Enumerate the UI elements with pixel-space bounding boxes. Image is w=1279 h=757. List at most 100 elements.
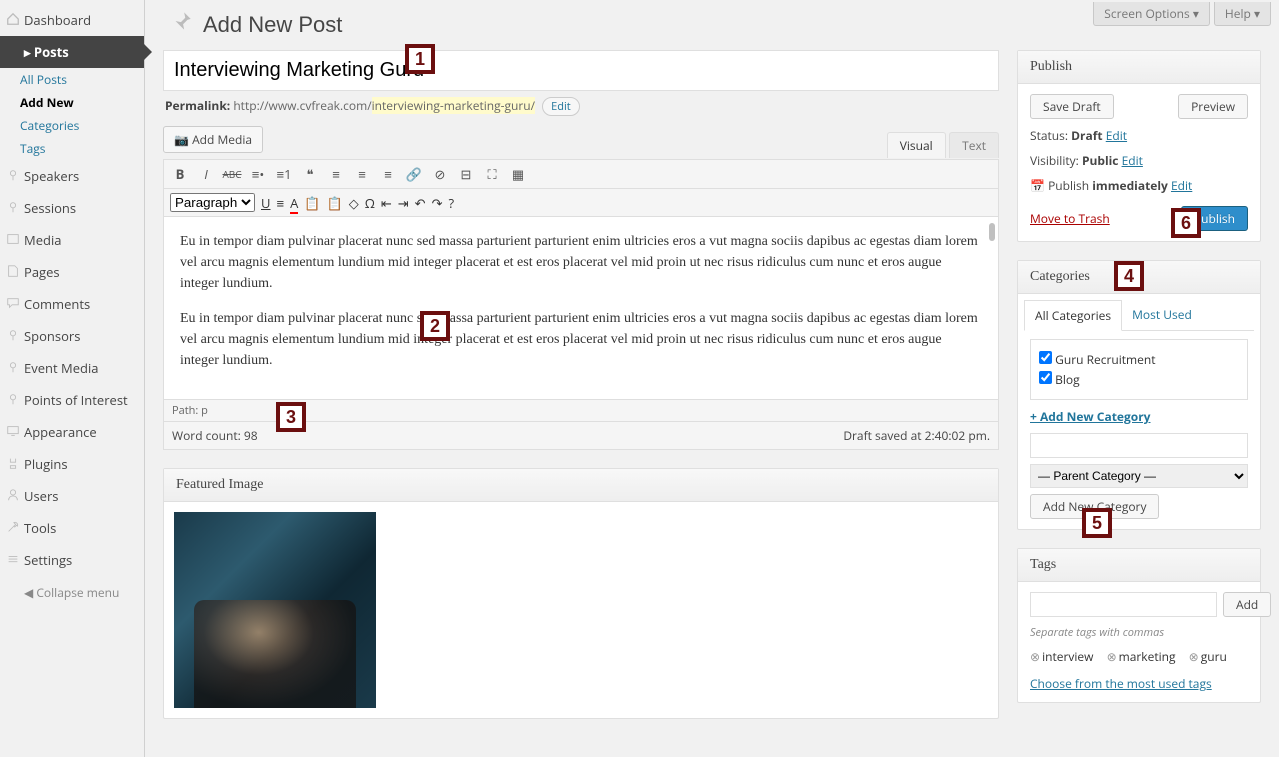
menu-event-media[interactable]: Event Media [0, 352, 144, 384]
justify-icon[interactable]: ≡ [276, 194, 284, 212]
new-category-input[interactable] [1030, 433, 1248, 458]
media-icon [6, 232, 20, 246]
menu-media[interactable]: Media [0, 224, 144, 256]
italic-icon[interactable]: I [196, 164, 216, 184]
strike-icon[interactable]: ABC [222, 164, 242, 184]
menu-settings[interactable]: Settings [0, 544, 144, 576]
menu-users[interactable]: Users [0, 480, 144, 512]
bold-icon[interactable]: B [170, 164, 190, 184]
editor-toolbar-1: B I ABC ≡• ≡1 ❝ ≡ ≡ ≡ 🔗 ⊘ ⊟ ⛶ ▦ [164, 160, 998, 189]
clear-format-icon[interactable]: ◇ [349, 194, 359, 212]
permalink-slug[interactable]: interviewing-marketing-guru/ [372, 97, 535, 114]
pin-icon [6, 360, 20, 374]
word-count: Word count: 98 [172, 427, 258, 444]
menu-pages[interactable]: Pages [0, 256, 144, 288]
menu-tools[interactable]: Tools [0, 512, 144, 544]
menu-sponsors[interactable]: Sponsors [0, 320, 144, 352]
menu-plugins[interactable]: Plugins [0, 448, 144, 480]
post-title-input[interactable] [163, 50, 999, 91]
edit-permalink-button[interactable]: Edit [542, 97, 580, 116]
align-left-icon[interactable]: ≡ [326, 164, 346, 184]
menu-posts[interactable]: ▸ Posts [0, 36, 144, 68]
paste-text-icon[interactable]: 📋 [304, 194, 320, 212]
pin-icon [6, 328, 20, 342]
permalink-row: Permalink: http://www.cvfreak.com/interv… [165, 97, 999, 116]
users-icon [6, 488, 20, 502]
page-icon [6, 264, 20, 278]
tab-all-categories[interactable]: All Categories [1024, 300, 1122, 331]
tab-most-used[interactable]: Most Used [1122, 300, 1202, 330]
submenu-add-new[interactable]: Add New [0, 91, 144, 114]
kitchen-sink-icon[interactable]: ▦ [508, 164, 528, 184]
tags-box: Tags Add Separate tags with commas ⊗inte… [1017, 548, 1261, 703]
menu-dashboard[interactable]: Dashboard [0, 4, 144, 36]
tools-icon [6, 520, 20, 534]
underline-icon[interactable]: U [261, 194, 270, 212]
category-checkbox[interactable]: Guru Recruitment [1039, 351, 1239, 368]
tab-text[interactable]: Text [949, 132, 999, 158]
submenu-all-posts[interactable]: All Posts [0, 68, 144, 91]
pin-icon [6, 392, 20, 406]
annotation-badge-2: 2 [420, 311, 450, 341]
help-icon[interactable]: ? [448, 194, 454, 212]
autosave-msg: Draft saved at 2:40:02 pm. [843, 427, 990, 444]
featured-image-thumbnail[interactable] [174, 512, 376, 708]
link-icon[interactable]: 🔗 [404, 164, 424, 184]
format-select[interactable]: Paragraph [170, 193, 255, 212]
annotation-badge-6: 6 [1171, 208, 1201, 238]
edit-visibility-link[interactable]: Edit [1122, 152, 1143, 169]
tab-visual[interactable]: Visual [887, 132, 946, 158]
featured-image-box: Featured Image [163, 468, 999, 719]
category-checkbox[interactable]: Blog [1039, 371, 1239, 388]
indent-icon[interactable]: ⇥ [398, 194, 409, 212]
publish-box: Publish Save Draft Preview Status: Draft… [1017, 50, 1261, 242]
submenu-categories[interactable]: Categories [0, 114, 144, 137]
outdent-icon[interactable]: ⇤ [381, 194, 392, 212]
submenu-tags[interactable]: Tags [0, 137, 144, 160]
undo-icon[interactable]: ↶ [415, 194, 426, 212]
category-list: Guru Recruitment Blog [1030, 339, 1248, 400]
move-to-trash-link[interactable]: Move to Trash [1030, 210, 1110, 227]
textcolor-icon[interactable]: A [290, 194, 298, 212]
comment-icon [6, 296, 20, 310]
pin-icon [6, 200, 20, 214]
ol-icon[interactable]: ≡1 [274, 164, 294, 184]
preview-button[interactable]: Preview [1178, 94, 1248, 119]
ul-icon[interactable]: ≡• [248, 164, 268, 184]
quote-icon[interactable]: ❝ [300, 164, 320, 184]
add-new-category-link[interactable]: + Add New Category [1030, 408, 1150, 425]
collapse-menu[interactable]: ◀ Collapse menu [0, 576, 144, 609]
featured-image-heading: Featured Image [164, 469, 998, 502]
menu-speakers[interactable]: Speakers [0, 160, 144, 192]
edit-status-link[interactable]: Edit [1106, 127, 1127, 144]
save-draft-button[interactable]: Save Draft [1030, 94, 1114, 119]
add-media-button[interactable]: 📷 Add Media [163, 126, 263, 153]
unlink-icon[interactable]: ⊘ [430, 164, 450, 184]
remove-tag-icon[interactable]: ⊗ [1107, 648, 1117, 665]
parent-category-select[interactable]: — Parent Category — [1030, 464, 1248, 488]
menu-sessions[interactable]: Sessions [0, 192, 144, 224]
choose-tags-link[interactable]: Choose from the most used tags [1030, 675, 1212, 692]
annotation-badge-4: 4 [1114, 261, 1144, 291]
menu-appearance[interactable]: Appearance [0, 416, 144, 448]
align-right-icon[interactable]: ≡ [378, 164, 398, 184]
edit-schedule-link[interactable]: Edit [1171, 177, 1192, 194]
tag-chips: ⊗interview ⊗marketing ⊗guru [1030, 648, 1248, 665]
more-icon[interactable]: ⊟ [456, 164, 476, 184]
menu-comments[interactable]: Comments [0, 288, 144, 320]
align-center-icon[interactable]: ≡ [352, 164, 372, 184]
admin-sidebar: Dashboard ▸ Posts All Posts Add New Cate… [0, 0, 145, 757]
annotation-badge-1: 1 [405, 44, 435, 74]
remove-tag-icon[interactable]: ⊗ [1189, 648, 1199, 665]
fullscreen-icon[interactable]: ⛶ [482, 164, 502, 184]
menu-poi[interactable]: Points of Interest [0, 384, 144, 416]
charmap-icon[interactable]: Ω [365, 194, 375, 212]
tag-input[interactable] [1030, 592, 1217, 617]
appearance-icon [6, 424, 20, 438]
editor-content[interactable]: Eu in tempor diam pulvinar placerat nunc… [164, 217, 998, 399]
add-tag-button[interactable]: Add [1223, 592, 1271, 617]
paste-word-icon[interactable]: 📋 [327, 194, 343, 212]
remove-tag-icon[interactable]: ⊗ [1030, 648, 1040, 665]
scrollbar-thumb[interactable] [989, 223, 995, 241]
redo-icon[interactable]: ↷ [432, 194, 443, 212]
